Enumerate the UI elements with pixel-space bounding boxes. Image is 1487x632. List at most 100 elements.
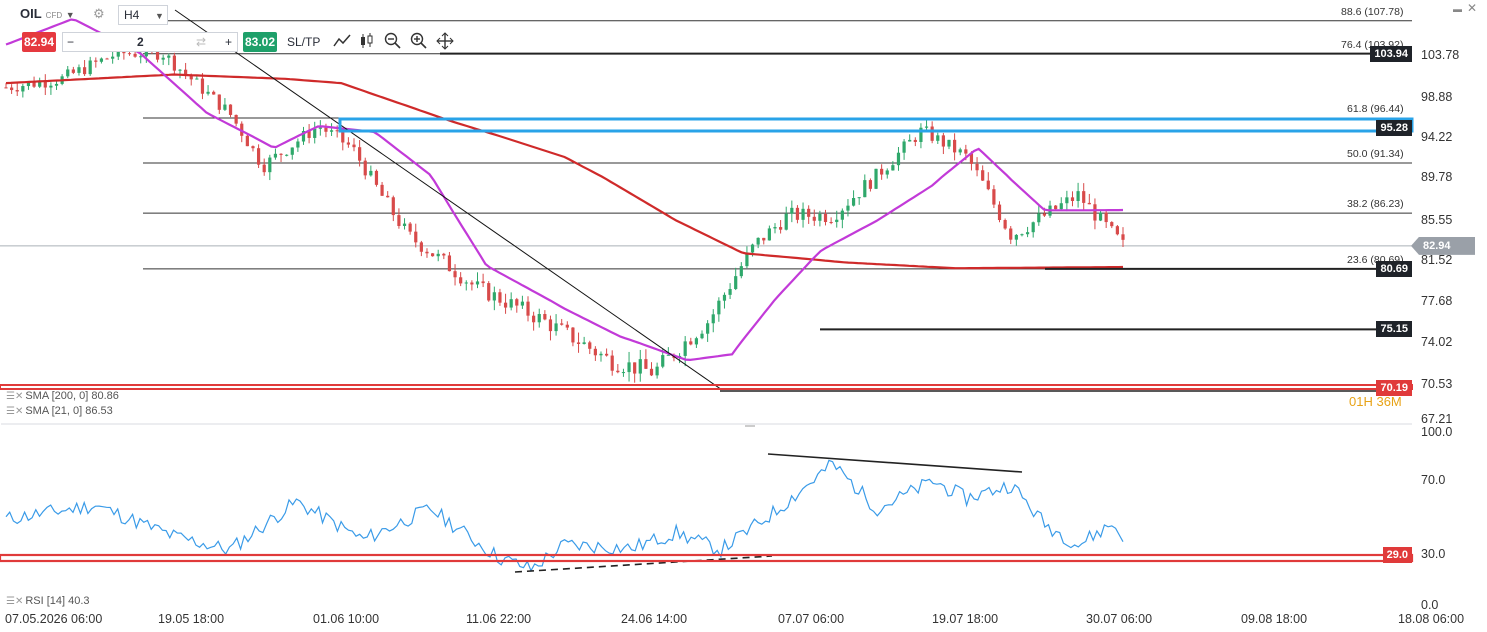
- minimize-icon[interactable]: ▬: [1453, 1, 1462, 17]
- candle-body: [318, 127, 322, 129]
- buy-button[interactable]: 83.02: [243, 32, 277, 52]
- candle-body: [341, 131, 345, 143]
- candle-body: [683, 341, 687, 356]
- candle-body: [470, 282, 474, 285]
- candle-body: [891, 165, 895, 171]
- settings-icon[interactable]: ☰✕: [6, 391, 23, 402]
- candle-body: [896, 152, 901, 166]
- candle-body: [807, 208, 811, 217]
- candle-body: [402, 223, 407, 226]
- symbol-name: OIL: [20, 6, 42, 21]
- candle-body: [604, 353, 609, 356]
- rsi-legend[interactable]: ☰✕ RSI [14] 40.3: [6, 595, 90, 607]
- zoom-in-icon[interactable]: [410, 32, 428, 50]
- sma200-legend[interactable]: ☰✕ SMA [200, 0] 80.86: [6, 390, 119, 402]
- candles-icon[interactable]: [359, 32, 377, 50]
- line-chart-icon[interactable]: [333, 33, 351, 49]
- candle-body: [380, 184, 384, 196]
- close-icon[interactable]: ✕: [1467, 0, 1477, 16]
- candle-body: [908, 139, 912, 142]
- candle-body: [436, 253, 440, 257]
- candle-body: [54, 83, 59, 86]
- candle-body: [661, 355, 665, 367]
- symbol-selector[interactable]: OIL CFD ▼: [20, 6, 75, 24]
- candle-body: [756, 237, 760, 245]
- candle-body: [1054, 205, 1058, 210]
- candle-body: [840, 210, 844, 220]
- candle-body: [206, 91, 210, 94]
- chevron-down-icon[interactable]: ▼: [155, 8, 164, 24]
- candle-body: [1025, 232, 1030, 235]
- price-chart[interactable]: [0, 0, 1487, 632]
- candle-body: [217, 94, 221, 110]
- candle-body: [706, 323, 710, 334]
- candle-body: [346, 142, 350, 145]
- candle-body: [4, 87, 8, 89]
- candle-body: [492, 292, 496, 301]
- sell-button[interactable]: 82.94: [22, 32, 56, 52]
- candle-body: [986, 180, 990, 190]
- candle-body: [829, 222, 833, 224]
- settings-icon[interactable]: ☰✕: [6, 406, 23, 417]
- candle-body: [857, 197, 861, 199]
- candle-body: [610, 355, 614, 371]
- candle-body: [1104, 212, 1108, 223]
- increase-volume-button[interactable]: +: [225, 34, 232, 50]
- candle-body: [43, 81, 47, 88]
- time-axis-tick: 18.08 06:00: [1398, 612, 1465, 626]
- candle-body: [1076, 191, 1080, 201]
- price-axis-tick: 74.02: [1421, 335, 1453, 349]
- candle-body: [296, 141, 300, 148]
- candle-body: [391, 197, 395, 216]
- timeframe-value: H4: [124, 8, 140, 22]
- candle-body: [767, 228, 771, 241]
- candle-body: [273, 153, 278, 158]
- settings-icon[interactable]: ☰✕: [6, 596, 23, 607]
- fib-level-label: 61.8 (96.44): [1347, 102, 1404, 115]
- candle-body: [722, 294, 727, 301]
- sma21-legend[interactable]: ☰✕ SMA [21, 0] 86.53: [6, 405, 113, 417]
- candle-body: [717, 300, 721, 315]
- candle-body: [1070, 197, 1075, 201]
- sl-tp-button[interactable]: SL/TP: [287, 34, 320, 50]
- candle-body: [447, 255, 452, 272]
- candle-body: [924, 126, 929, 128]
- price-axis-tick: 103.78: [1421, 48, 1460, 62]
- candle-body: [992, 189, 996, 205]
- candle-body: [21, 86, 25, 92]
- candle-body: [195, 78, 199, 80]
- zoom-out-icon[interactable]: [384, 32, 402, 50]
- chevron-down-icon[interactable]: ▼: [66, 10, 75, 20]
- decrease-volume-button[interactable]: −: [67, 34, 74, 50]
- candle-body: [851, 198, 856, 206]
- candle-body: [739, 266, 743, 277]
- candle-body: [414, 231, 418, 243]
- candle-body: [576, 342, 581, 344]
- move-icon[interactable]: [436, 32, 454, 50]
- candle-body: [593, 348, 597, 356]
- candle-body: [262, 164, 266, 173]
- candle-body: [750, 244, 755, 253]
- price-tag: 80.69: [1376, 260, 1412, 277]
- candle-body: [773, 227, 777, 229]
- time-axis-tick: 07.07 06:00: [778, 612, 845, 626]
- candle-body: [425, 251, 429, 254]
- candle-body: [537, 313, 541, 323]
- candle-body: [212, 91, 216, 95]
- refresh-icon[interactable]: ⇄: [196, 34, 206, 50]
- price-tag: 29.0: [1382, 547, 1412, 564]
- candle-body: [728, 289, 732, 295]
- candle-body: [801, 208, 805, 220]
- timeframe-select[interactable]: H4 ▼: [118, 5, 168, 25]
- candle-body: [981, 170, 985, 181]
- volume-stepper[interactable]: − 2 ⇄ +: [62, 32, 238, 52]
- volume-input[interactable]: 2: [137, 34, 144, 50]
- price-tag: 75.15: [1376, 321, 1412, 338]
- candle-body: [930, 126, 934, 141]
- candle-body: [200, 78, 205, 94]
- candle-body: [1031, 222, 1035, 233]
- time-axis-tick: 19.07 18:00: [932, 612, 999, 626]
- candle-body: [329, 130, 334, 132]
- settings-gear-icon[interactable]: ⚙: [93, 6, 105, 22]
- candle-body: [374, 170, 379, 185]
